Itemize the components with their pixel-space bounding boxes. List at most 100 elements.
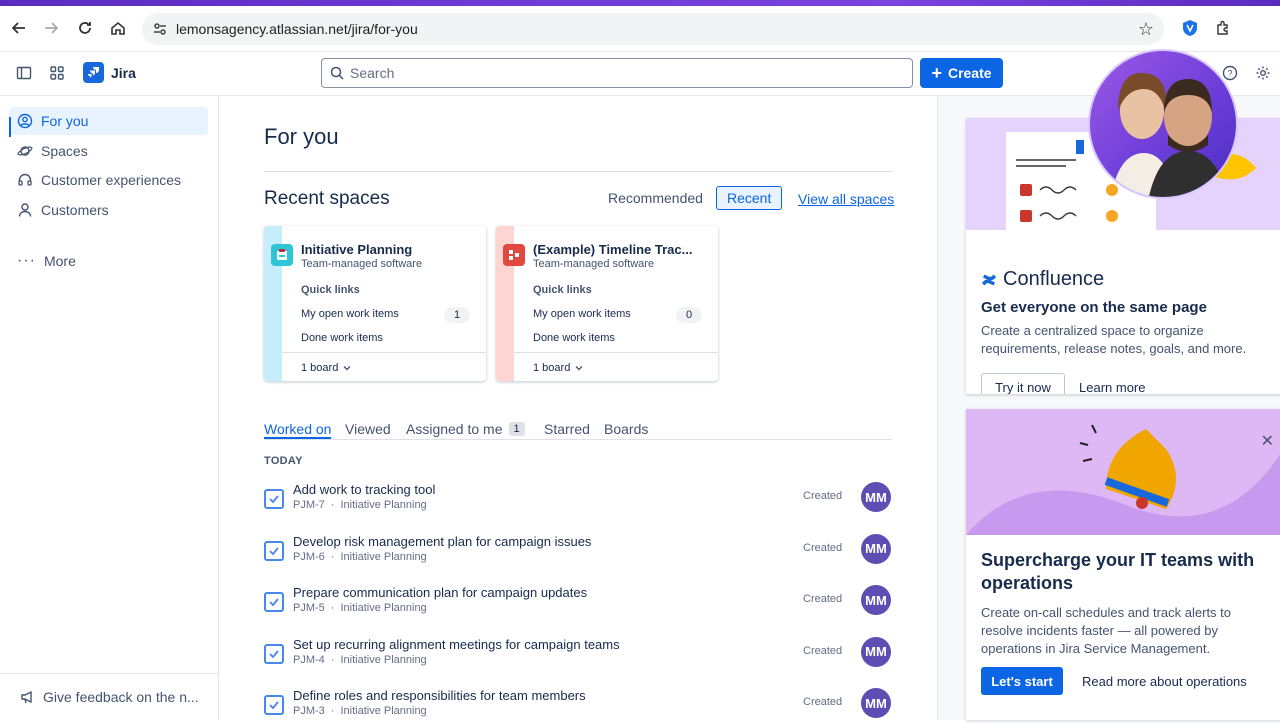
space-icon	[503, 244, 525, 266]
work-item-row[interactable]: Prepare communication plan for campaign …	[264, 584, 894, 624]
sidebar-item-label: Customers	[41, 202, 109, 218]
sidebar-item-label: More	[43, 253, 76, 269]
sidebar-item-customers[interactable]: Customers	[9, 196, 208, 224]
sidebar-item-spaces[interactable]: Spaces	[9, 137, 208, 165]
tab-label: Assigned to me	[406, 421, 503, 437]
avatar[interactable]: MM	[861, 688, 891, 719]
tab-viewed[interactable]: Viewed	[345, 418, 391, 440]
person-icon	[18, 203, 32, 217]
search-box[interactable]	[321, 58, 913, 88]
jira-icon	[83, 62, 104, 83]
bookmark-star-icon[interactable]: ☆	[1138, 19, 1154, 40]
jira-logo[interactable]: Jira	[83, 62, 136, 83]
space-name[interactable]: Initiative Planning	[301, 242, 479, 257]
sidebar-item-customer-experiences[interactable]: Customer experiences	[9, 166, 208, 194]
work-item-row[interactable]: Add work to tracking tool PJM-7 · Initiativ…	[264, 481, 894, 521]
work-item-meta: PJM-4 · Initiative Planning	[293, 654, 427, 666]
confluence-heading: Get everyone on the same page	[981, 299, 1207, 316]
tab-recommended[interactable]: Recommended	[598, 186, 713, 210]
quick-links-label: Quick links	[301, 284, 360, 296]
done-work-items-link[interactable]: Done work items	[301, 332, 383, 344]
assigned-count-badge: 1	[508, 422, 525, 436]
meta-separator: ·	[330, 653, 335, 666]
left-sidebar: For you Spaces Customer experiences Cust…	[0, 96, 219, 720]
confluence-icon	[982, 274, 996, 285]
sidebar-item-for-you[interactable]: For you	[9, 107, 208, 135]
open-count-badge: 0	[676, 307, 702, 323]
space-card-initiative-planning[interactable]: Initiative Planning Team-managed softwar…	[264, 226, 486, 381]
avatar[interactable]: MM	[861, 482, 891, 512]
back-icon[interactable]	[6, 15, 32, 41]
plus-icon: +	[931, 63, 942, 83]
create-label: Create	[947, 65, 992, 81]
presenters-avatar-image	[1110, 72, 1228, 197]
tab-assigned-to-me[interactable]: Assigned to me 1	[406, 418, 525, 440]
operations-body: Create on-call schedules and track alert…	[981, 605, 1232, 656]
quick-links-label: Quick links	[533, 284, 592, 296]
lets-start-button[interactable]: Let's start	[981, 667, 1063, 695]
today-group-label: TODAY	[264, 455, 303, 467]
shield-extension-icon[interactable]	[1177, 15, 1203, 41]
open-work-items-link[interactable]: My open work items	[301, 308, 399, 320]
work-item-row[interactable]: Develop risk management plan for campaig…	[264, 533, 894, 573]
tab-boards[interactable]: Boards	[604, 418, 648, 440]
create-button[interactable]: + Create	[920, 58, 1003, 88]
read-more-operations-link[interactable]: Read more about operations	[1082, 674, 1247, 689]
planet-icon	[17, 146, 33, 156]
work-item-row[interactable]: Set up recurring alignment meetings for …	[264, 636, 894, 676]
work-item-title[interactable]: Develop risk management plan for campaig…	[293, 534, 591, 549]
work-item-status: Created	[803, 696, 843, 709]
work-item-status: Created	[803, 490, 843, 502]
app-switcher-icon[interactable]	[44, 60, 70, 86]
board-dropdown[interactable]: 1 board	[533, 362, 584, 374]
forward-icon[interactable]	[38, 15, 64, 41]
app-name: Jira	[111, 64, 136, 81]
done-work-items-link[interactable]: Done work items	[533, 332, 615, 344]
active-indicator	[9, 117, 11, 137]
sidebar-item-more[interactable]: ··· More	[9, 247, 208, 275]
home-icon[interactable]	[105, 15, 131, 41]
title-divider	[264, 171, 892, 172]
view-all-spaces-link[interactable]: View all spaces	[798, 191, 894, 207]
card-footer-divider	[282, 352, 486, 353]
try-it-now-button[interactable]: Try it now	[981, 373, 1065, 394]
learn-more-link[interactable]: Learn more	[1079, 380, 1145, 394]
give-feedback-button[interactable]: Give feedback on the n...	[0, 673, 219, 720]
work-item-title[interactable]: Add work to tracking tool	[293, 482, 435, 497]
work-item-row[interactable]: Define roles and responsibilities for te…	[264, 687, 894, 727]
address-bar[interactable]: lemonsagency.atlassian.net/jira/for-you …	[142, 13, 1164, 45]
space-card-timeline-tracker[interactable]: (Example) Timeline Trac... Team-managed …	[496, 226, 718, 381]
board-label: 1 board	[301, 362, 339, 374]
sidebar-toggle-icon[interactable]	[11, 60, 37, 86]
work-item-title[interactable]: Prepare communication plan for campaign …	[293, 585, 587, 600]
tabs-divider	[264, 439, 892, 440]
avatar[interactable]: MM	[861, 585, 891, 616]
recent-spaces-heading: Recent spaces	[264, 188, 390, 209]
work-item-key: PJM-5	[293, 602, 325, 615]
board-dropdown[interactable]: 1 board	[301, 362, 352, 374]
operations-promo-card: ✕ Supercharge your IT teams with operati…	[966, 409, 1280, 720]
tab-starred[interactable]: Starred	[544, 418, 590, 440]
work-item-space: Initiative Planning	[340, 550, 427, 563]
search-input[interactable]	[350, 65, 890, 81]
settings-gear-icon[interactable]	[1250, 60, 1276, 86]
avatar[interactable]: MM	[861, 533, 891, 564]
confluence-body: Create a centralized space to organize r…	[981, 323, 1247, 356]
tab-recent[interactable]: Recent	[716, 186, 783, 210]
space-name[interactable]: (Example) Timeline Trac...	[533, 242, 711, 257]
site-settings-icon[interactable]	[152, 21, 168, 42]
extensions-icon[interactable]	[1210, 15, 1236, 41]
close-icon[interactable]: ✕	[1261, 431, 1274, 451]
work-item-title[interactable]: Define roles and responsibilities for te…	[293, 688, 586, 703]
work-item-meta: PJM-3 · Initiative Planning	[293, 705, 427, 717]
work-item-key: PJM-7	[293, 499, 325, 511]
card-footer-divider	[514, 352, 718, 353]
meta-separator: ·	[330, 550, 335, 563]
avatar[interactable]: MM	[861, 636, 891, 667]
reload-icon[interactable]	[72, 15, 98, 41]
bell-illustration	[966, 409, 1280, 535]
space-type: Team-managed software	[301, 258, 423, 270]
open-work-items-link[interactable]: My open work items	[533, 308, 631, 320]
work-item-key: PJM-3	[293, 705, 325, 718]
work-item-title[interactable]: Set up recurring alignment meetings for …	[293, 637, 620, 652]
